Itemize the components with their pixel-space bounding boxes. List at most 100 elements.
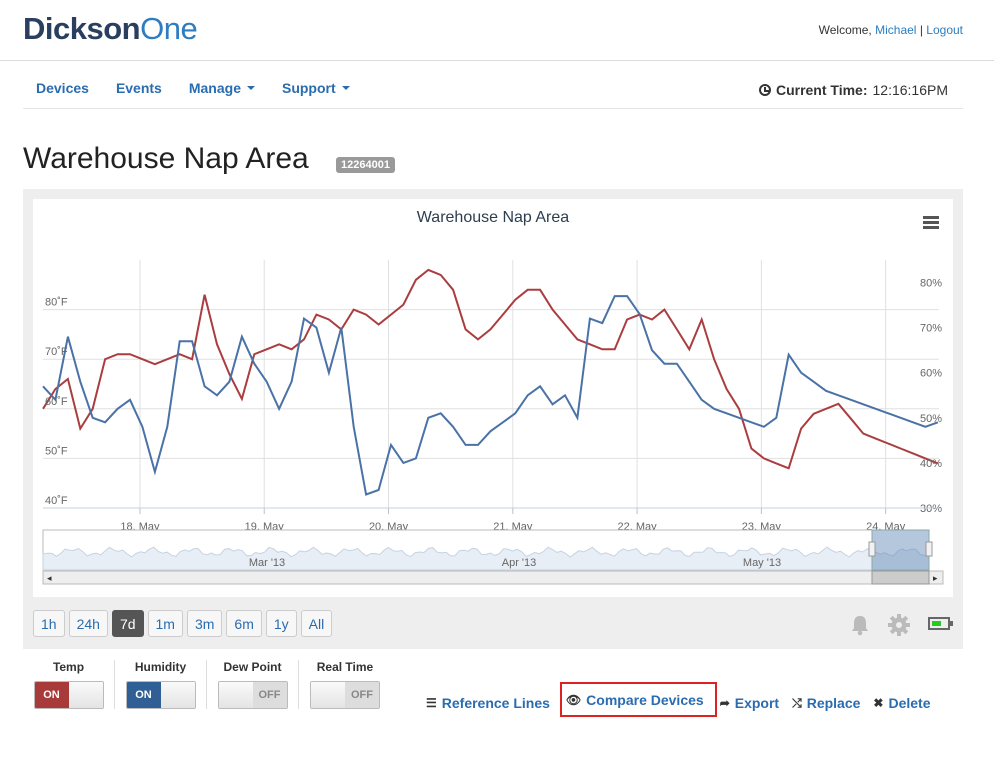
user-bar: Welcome, Michael | Logout xyxy=(819,23,963,37)
chart-svg[interactable]: 40˚F50˚F60˚F70˚F80˚F30%40%50%60%70%80%18… xyxy=(33,199,953,597)
switch-knob xyxy=(68,682,103,708)
y-right-tick-label: 50% xyxy=(920,413,942,425)
separator: | xyxy=(919,23,923,37)
compare-devices-button[interactable]: 👁 Compare Devices xyxy=(559,682,717,717)
battery-icon xyxy=(928,617,953,630)
toggle-dewpoint: Dew Point OFF xyxy=(207,660,299,709)
nav-manage-label: Manage xyxy=(188,80,241,96)
logo-text-one: One xyxy=(140,11,198,46)
device-actions: ☰ Reference Lines 👁 Compare Devices ➦ Expor… xyxy=(426,682,931,717)
range-button-6m[interactable]: 6m xyxy=(226,610,262,637)
clock-icon xyxy=(758,84,771,96)
y-right-tick-label: 80% xyxy=(920,278,942,290)
navigator-label: Mar '13 xyxy=(249,557,285,569)
reference-lines-button[interactable]: ☰ Reference Lines xyxy=(426,689,550,717)
export-label: Export xyxy=(734,695,780,711)
chevron-down-icon xyxy=(246,86,255,90)
page-title: Warehouse Nap Area xyxy=(23,142,309,175)
realtime-switch[interactable]: OFF xyxy=(310,681,380,709)
range-button-1h[interactable]: 1h xyxy=(33,610,65,637)
device-id-badge: 12264001 xyxy=(336,157,395,173)
reference-lines-label: Reference Lines xyxy=(441,695,550,711)
scroll-right-arrow: ▸ xyxy=(933,573,938,583)
logo[interactable]: DicksonOne xyxy=(23,11,198,47)
humidity-switch-state: ON xyxy=(126,682,161,708)
export-button[interactable]: ➦ Export xyxy=(720,689,779,717)
nav-events[interactable]: Events xyxy=(116,80,162,96)
chart-container: Warehouse Nap Area 40˚F 50˚F 60˚F 70˚F 80˚F 3… xyxy=(33,199,953,597)
nav-support-label: Support xyxy=(281,80,336,96)
logo-text-dickson: Dickson xyxy=(23,11,141,46)
navigator-handle-left xyxy=(868,541,876,557)
range-button-24h[interactable]: 24h xyxy=(68,610,108,637)
logout-link[interactable]: Logout xyxy=(926,23,963,37)
list-icon: ☰ xyxy=(426,696,437,710)
nav-devices[interactable]: Devices xyxy=(36,80,89,96)
delete-label: Delete xyxy=(888,695,931,711)
dewpoint-switch-state: OFF xyxy=(252,682,287,708)
y-right-tick-label: 40% xyxy=(920,458,942,470)
eye-icon: 👁 xyxy=(565,692,582,707)
scrollbar-thumb xyxy=(871,570,930,585)
compare-devices-label: Compare Devices xyxy=(586,691,704,708)
current-time-value: 12:16:16PM xyxy=(872,82,949,98)
y-left-tick-label: 70˚F xyxy=(45,346,68,358)
nav-support[interactable]: Support xyxy=(282,80,350,96)
navigator-label: May '13 xyxy=(743,557,781,569)
y-right-tick-label: 70% xyxy=(920,323,942,335)
close-icon: ✖ xyxy=(873,696,884,710)
toggle-temp: Temp ON xyxy=(23,660,115,709)
welcome-text: Welcome, xyxy=(818,23,872,37)
scrollbar-track xyxy=(42,570,944,585)
gear-icon[interactable] xyxy=(887,613,911,637)
chart-panel: Warehouse Nap Area 40˚F 50˚F 60˚F 70˚F 80˚F 3… xyxy=(23,189,963,649)
y-right-tick-label: 30% xyxy=(920,503,942,515)
switch-knob xyxy=(311,682,345,708)
series-line-temp xyxy=(42,268,939,470)
dewpoint-switch[interactable]: OFF xyxy=(217,681,288,709)
toggle-temp-label: Temp xyxy=(52,660,85,674)
y-left-tick-label: 60˚F xyxy=(45,396,68,408)
share-icon: ➦ xyxy=(719,696,730,710)
toggle-realtime-label: Real Time xyxy=(316,660,374,674)
toggle-dewpoint-label: Dew Point xyxy=(223,660,282,674)
delete-button[interactable]: ✖ Delete xyxy=(873,689,930,717)
header-divider xyxy=(0,60,994,61)
range-button-All[interactable]: All xyxy=(300,610,333,637)
user-link[interactable]: Michael xyxy=(875,23,916,37)
range-button-7d[interactable]: 7d xyxy=(111,610,144,637)
nav-divider xyxy=(23,108,963,109)
humidity-switch[interactable]: ON xyxy=(125,681,196,709)
temp-switch[interactable]: ON xyxy=(33,681,104,709)
switch-knob xyxy=(218,682,253,708)
toggle-humidity-label: Humidity xyxy=(134,660,187,674)
nav-manage[interactable]: Manage xyxy=(189,80,255,96)
y-left-tick-label: 50˚F xyxy=(45,445,68,457)
chevron-down-icon xyxy=(341,86,350,90)
range-button-1m[interactable]: 1m xyxy=(147,610,183,637)
series-toggles: Temp ON Humidity ON Dew Point OFF Real T… xyxy=(23,660,391,709)
navigator-selection xyxy=(871,529,930,571)
navigator-label: Apr '13 xyxy=(502,557,537,569)
y-left-tick-label: 40˚F xyxy=(45,495,68,507)
main-nav: Devices Events Manage Support xyxy=(23,80,364,96)
range-button-1y[interactable]: 1y xyxy=(265,610,297,637)
scroll-left-arrow: ◂ xyxy=(47,573,52,583)
bell-icon[interactable] xyxy=(849,614,871,636)
series-line-humidity xyxy=(42,295,939,496)
replace-button[interactable]: ⤭ Replace xyxy=(792,689,860,717)
switch-knob xyxy=(160,682,195,708)
current-time: Current Time: 12:16:16PM xyxy=(758,82,949,98)
current-time-label: Current Time: xyxy=(775,82,868,98)
replace-label: Replace xyxy=(806,695,861,711)
temp-switch-state: ON xyxy=(34,682,69,708)
realtime-switch-state: OFF xyxy=(345,682,379,708)
y-right-tick-label: 60% xyxy=(920,368,942,380)
toggle-realtime: Real Time OFF xyxy=(299,660,391,709)
toggle-humidity: Humidity ON xyxy=(115,660,207,709)
shuffle-icon: ⤭ xyxy=(792,695,802,710)
y-left-tick-label: 80˚F xyxy=(45,297,68,309)
navigator-handle-right xyxy=(925,541,933,557)
range-selector: 1h 24h 7d 1m 3m 6m 1y All xyxy=(33,610,333,637)
range-button-3m[interactable]: 3m xyxy=(186,610,223,637)
